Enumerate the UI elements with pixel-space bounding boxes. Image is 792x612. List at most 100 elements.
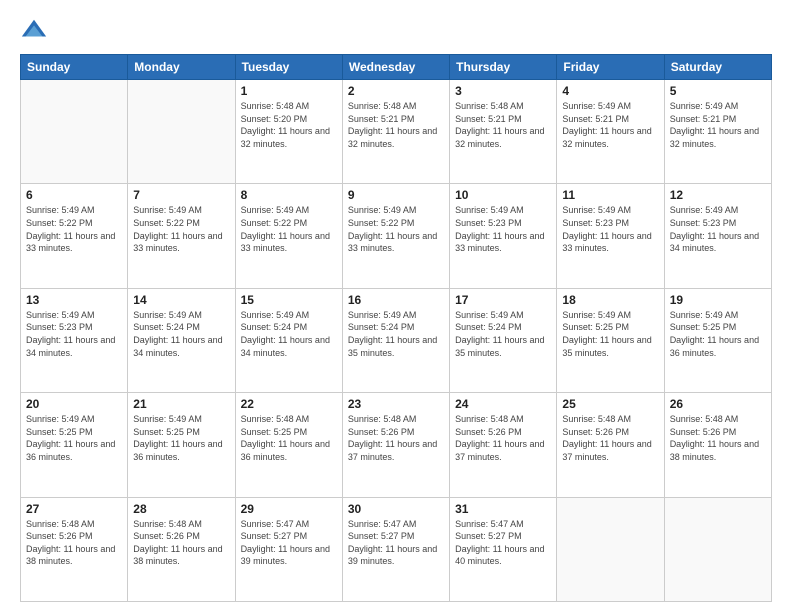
day-info: Sunrise: 5:47 AM Sunset: 5:27 PM Dayligh…: [241, 518, 337, 568]
day-info: Sunrise: 5:48 AM Sunset: 5:25 PM Dayligh…: [241, 413, 337, 463]
day-number: 29: [241, 502, 337, 516]
day-number: 26: [670, 397, 766, 411]
calendar-cell: [128, 80, 235, 184]
day-info: Sunrise: 5:49 AM Sunset: 5:22 PM Dayligh…: [241, 204, 337, 254]
calendar-cell: 13Sunrise: 5:49 AM Sunset: 5:23 PM Dayli…: [21, 288, 128, 392]
calendar-header-row: SundayMondayTuesdayWednesdayThursdayFrid…: [21, 55, 772, 80]
calendar-cell: 6 Sunrise: 5:49 AM Sunset: 5:22 PM Daylig…: [21, 184, 128, 288]
calendar-cell: 19 Sunrise: 5:49 AM Sunset: 5:25 PM Dayli…: [664, 288, 771, 392]
calendar-cell: 18 Sunrise: 5:49 AM Sunset: 5:25 PM Dayli…: [557, 288, 664, 392]
day-number: 1: [241, 84, 337, 98]
calendar-header-monday: Monday: [128, 55, 235, 80]
day-info: Sunrise: 5:48 AM Sunset: 5:26 PM Dayligh…: [133, 518, 229, 568]
calendar-cell: [664, 497, 771, 601]
calendar-cell: 29 Sunrise: 5:47 AM Sunset: 5:27 PM Dayli…: [235, 497, 342, 601]
day-number: 25: [562, 397, 658, 411]
day-info: Sunrise: 5:48 AM Sunset: 5:26 PM Dayligh…: [670, 413, 766, 463]
day-number: 20: [26, 397, 122, 411]
day-info: Sunrise: 5:49 AM Sunset: 5:23 PM Dayligh…: [670, 204, 766, 254]
day-number: 22: [241, 397, 337, 411]
calendar-cell: 22 Sunrise: 5:48 AM Sunset: 5:25 PM Dayli…: [235, 393, 342, 497]
day-info: Sunrise: 5:49 AM Sunset: 5:22 PM Dayligh…: [26, 204, 122, 254]
day-number: 24: [455, 397, 551, 411]
day-number: 4: [562, 84, 658, 98]
calendar-cell: 16 Sunrise: 5:49 AM Sunset: 5:24 PM Dayli…: [342, 288, 449, 392]
calendar-week-4: 20 Sunrise: 5:49 AM Sunset: 5:25 PM Dayli…: [21, 393, 772, 497]
day-info: Sunrise: 5:49 AM Sunset: 5:24 PM Dayligh…: [133, 309, 229, 359]
header: [20, 16, 772, 44]
calendar-header-friday: Friday: [557, 55, 664, 80]
page: SundayMondayTuesdayWednesdayThursdayFrid…: [0, 0, 792, 612]
calendar-cell: [21, 80, 128, 184]
day-info: Sunrise: 5:49 AM Sunset: 5:25 PM Dayligh…: [670, 309, 766, 359]
logo-icon: [20, 16, 48, 44]
day-number: 8: [241, 188, 337, 202]
day-number: 28: [133, 502, 229, 516]
day-info: Sunrise: 5:49 AM Sunset: 5:23 PM Dayligh…: [562, 204, 658, 254]
day-info: Sunrise: 5:48 AM Sunset: 5:21 PM Dayligh…: [455, 100, 551, 150]
calendar-cell: 27Sunrise: 5:48 AM Sunset: 5:26 PM Dayli…: [21, 497, 128, 601]
day-number: 14: [133, 293, 229, 307]
day-info: Sunrise: 5:48 AM Sunset: 5:26 PM Dayligh…: [348, 413, 444, 463]
day-number: 6: [26, 188, 122, 202]
calendar-cell: 2 Sunrise: 5:48 AM Sunset: 5:21 PM Daylig…: [342, 80, 449, 184]
calendar-cell: 5 Sunrise: 5:49 AM Sunset: 5:21 PM Daylig…: [664, 80, 771, 184]
calendar-table: SundayMondayTuesdayWednesdayThursdayFrid…: [20, 54, 772, 602]
day-info: Sunrise: 5:48 AM Sunset: 5:21 PM Dayligh…: [348, 100, 444, 150]
calendar-cell: 26 Sunrise: 5:48 AM Sunset: 5:26 PM Dayli…: [664, 393, 771, 497]
day-number: 3: [455, 84, 551, 98]
day-number: 9: [348, 188, 444, 202]
day-number: 19: [670, 293, 766, 307]
day-info: Sunrise: 5:49 AM Sunset: 5:23 PM Dayligh…: [455, 204, 551, 254]
calendar-week-2: 6 Sunrise: 5:49 AM Sunset: 5:22 PM Daylig…: [21, 184, 772, 288]
day-number: 13: [26, 293, 122, 307]
calendar-cell: 10 Sunrise: 5:49 AM Sunset: 5:23 PM Dayli…: [450, 184, 557, 288]
day-info: Sunrise: 5:49 AM Sunset: 5:24 PM Dayligh…: [455, 309, 551, 359]
calendar-cell: 9 Sunrise: 5:49 AM Sunset: 5:22 PM Daylig…: [342, 184, 449, 288]
day-info: Sunrise: 5:49 AM Sunset: 5:25 PM Dayligh…: [562, 309, 658, 359]
day-info: Sunrise: 5:49 AM Sunset: 5:24 PM Dayligh…: [241, 309, 337, 359]
logo: [20, 16, 52, 44]
calendar-week-1: 1 Sunrise: 5:48 AM Sunset: 5:20 PM Daylig…: [21, 80, 772, 184]
calendar-cell: 30Sunrise: 5:47 AM Sunset: 5:27 PM Dayli…: [342, 497, 449, 601]
calendar-cell: 31 Sunrise: 5:47 AM Sunset: 5:27 PM Dayli…: [450, 497, 557, 601]
day-number: 30: [348, 502, 444, 516]
calendar-header-thursday: Thursday: [450, 55, 557, 80]
calendar-header-saturday: Saturday: [664, 55, 771, 80]
calendar-cell: 1 Sunrise: 5:48 AM Sunset: 5:20 PM Daylig…: [235, 80, 342, 184]
calendar-header-tuesday: Tuesday: [235, 55, 342, 80]
calendar-week-5: 27 Sunrise: 5:48 AM Sunset: 5:26 PM Dayli…: [21, 497, 772, 601]
day-info: Sunrise: 5:49 AM Sunset: 5:25 PM Dayligh…: [133, 413, 229, 463]
day-info: Sunrise: 5:48 AM Sunset: 5:26 PM Dayligh…: [562, 413, 658, 463]
day-number: 5: [670, 84, 766, 98]
day-number: 17: [455, 293, 551, 307]
day-number: 10: [455, 188, 551, 202]
calendar-cell: 20Sunrise: 5:49 AM Sunset: 5:25 PM Dayli…: [21, 393, 128, 497]
calendar-cell: 12Sunrise: 5:49 AM Sunset: 5:23 PM Dayli…: [664, 184, 771, 288]
calendar-cell: 23 Sunrise: 5:48 AM Sunset: 5:26 PM Dayli…: [342, 393, 449, 497]
day-info: Sunrise: 5:49 AM Sunset: 5:21 PM Dayligh…: [670, 100, 766, 150]
day-number: 7: [133, 188, 229, 202]
day-number: 16: [348, 293, 444, 307]
day-info: Sunrise: 5:49 AM Sunset: 5:22 PM Dayligh…: [133, 204, 229, 254]
day-info: Sunrise: 5:49 AM Sunset: 5:24 PM Dayligh…: [348, 309, 444, 359]
calendar-cell: 15Sunrise: 5:49 AM Sunset: 5:24 PM Dayli…: [235, 288, 342, 392]
calendar-cell: 7 Sunrise: 5:49 AM Sunset: 5:22 PM Daylig…: [128, 184, 235, 288]
day-info: Sunrise: 5:48 AM Sunset: 5:20 PM Dayligh…: [241, 100, 337, 150]
day-info: Sunrise: 5:49 AM Sunset: 5:21 PM Dayligh…: [562, 100, 658, 150]
calendar-header-wednesday: Wednesday: [342, 55, 449, 80]
calendar-cell: 17 Sunrise: 5:49 AM Sunset: 5:24 PM Dayli…: [450, 288, 557, 392]
calendar-cell: 28 Sunrise: 5:48 AM Sunset: 5:26 PM Dayli…: [128, 497, 235, 601]
day-number: 2: [348, 84, 444, 98]
day-info: Sunrise: 5:49 AM Sunset: 5:22 PM Dayligh…: [348, 204, 444, 254]
calendar-cell: 24Sunrise: 5:48 AM Sunset: 5:26 PM Dayli…: [450, 393, 557, 497]
day-number: 18: [562, 293, 658, 307]
day-number: 31: [455, 502, 551, 516]
day-info: Sunrise: 5:47 AM Sunset: 5:27 PM Dayligh…: [455, 518, 551, 568]
calendar-cell: 3 Sunrise: 5:48 AM Sunset: 5:21 PM Daylig…: [450, 80, 557, 184]
calendar-cell: 11 Sunrise: 5:49 AM Sunset: 5:23 PM Dayli…: [557, 184, 664, 288]
day-number: 11: [562, 188, 658, 202]
day-number: 27: [26, 502, 122, 516]
day-number: 23: [348, 397, 444, 411]
calendar-cell: 25 Sunrise: 5:48 AM Sunset: 5:26 PM Dayli…: [557, 393, 664, 497]
